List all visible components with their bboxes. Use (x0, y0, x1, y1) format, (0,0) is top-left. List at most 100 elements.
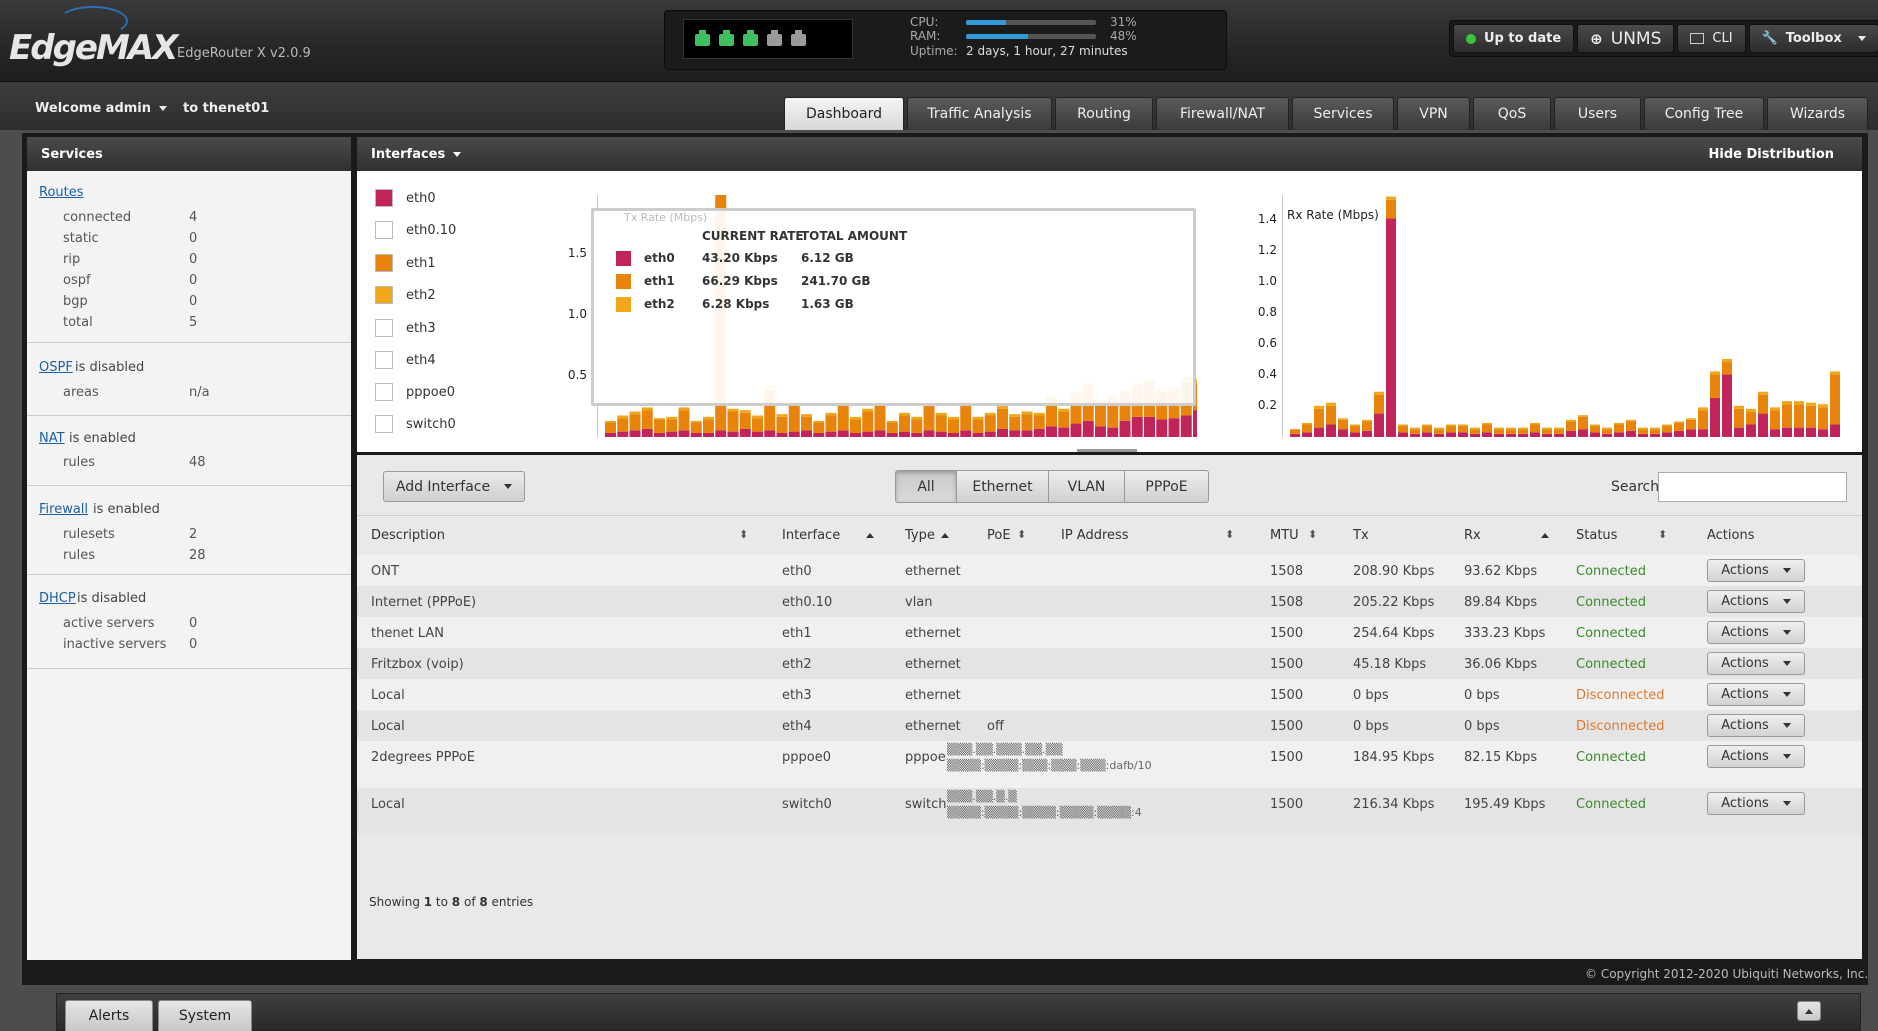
bar-eth0[interactable] (1530, 432, 1540, 437)
bar-eth2[interactable] (739, 410, 751, 413)
bar-eth1[interactable] (666, 419, 678, 432)
filter-pppoe[interactable]: PPPoE (1124, 470, 1209, 503)
bar-eth1[interactable] (1674, 422, 1684, 431)
bar-eth2[interactable] (1830, 371, 1840, 375)
bar-eth2[interactable] (1009, 414, 1021, 417)
bar-eth2[interactable] (617, 415, 629, 419)
tab-routing[interactable]: Routing (1055, 97, 1153, 130)
bar-eth1[interactable] (788, 404, 800, 432)
bar-eth2[interactable] (1530, 422, 1540, 425)
bar-eth2[interactable] (666, 416, 678, 420)
bar-eth0[interactable] (1033, 428, 1045, 437)
bar-eth1[interactable] (1458, 426, 1468, 433)
bar-eth1[interactable] (1578, 416, 1588, 430)
bar-eth2[interactable] (984, 412, 996, 416)
bar-eth2[interactable] (1518, 427, 1528, 430)
bar-eth0[interactable] (1350, 432, 1360, 437)
row-actions-button[interactable]: Actions (1707, 683, 1805, 706)
bar-eth2[interactable] (727, 408, 739, 412)
bar-eth1[interactable] (1782, 404, 1792, 428)
bar-eth2[interactable] (862, 408, 874, 412)
bar-eth0[interactable] (1119, 420, 1131, 437)
bar-eth0[interactable] (1566, 430, 1576, 437)
bar-eth0[interactable] (1578, 429, 1588, 437)
bar-eth0[interactable] (703, 432, 714, 437)
bar-eth0[interactable] (984, 431, 996, 437)
bar-eth1[interactable] (1338, 419, 1348, 430)
bar-eth0[interactable] (1674, 430, 1684, 437)
bar-eth0[interactable] (911, 432, 923, 437)
bar-eth0[interactable] (605, 432, 616, 437)
bar-eth1[interactable] (1542, 429, 1552, 434)
bar-eth2[interactable] (1758, 391, 1768, 395)
resize-handle[interactable] (1077, 449, 1137, 452)
bar-eth1[interactable] (1518, 429, 1528, 434)
bar-eth0[interactable] (1494, 433, 1504, 437)
bar-eth2[interactable] (825, 412, 837, 416)
legend-item-eth1[interactable]: eth1 (375, 254, 436, 272)
bar-eth0[interactable] (1398, 432, 1408, 437)
bar-eth1[interactable] (862, 411, 874, 432)
bar-eth1[interactable] (1554, 429, 1564, 434)
bar-eth0[interactable] (1758, 413, 1768, 437)
bar-eth0[interactable] (1107, 427, 1119, 437)
system-tab[interactable]: System (158, 1000, 252, 1031)
bar-eth2[interactable] (813, 420, 825, 423)
bar-eth0[interactable] (715, 430, 727, 437)
sort-icon[interactable]: ⬍ (1308, 528, 1317, 541)
bar-eth2[interactable] (1662, 424, 1672, 427)
bar-eth0[interactable] (1458, 432, 1468, 437)
bar-eth0[interactable] (1506, 433, 1516, 437)
bar-eth1[interactable] (678, 410, 690, 431)
bar-eth1[interactable] (1734, 408, 1744, 428)
bar-eth0[interactable] (764, 430, 776, 437)
bar-eth1[interactable] (911, 419, 923, 433)
bar-eth0[interactable] (1830, 424, 1840, 437)
filter-all[interactable]: All (895, 470, 957, 503)
bar-eth0[interactable] (1326, 424, 1336, 437)
bar-eth0[interactable] (850, 432, 861, 437)
bar-eth2[interactable] (948, 416, 959, 420)
bar-eth2[interactable] (1482, 422, 1492, 425)
bar-eth0[interactable] (825, 431, 837, 437)
header-type[interactable]: Type (905, 528, 949, 543)
bar-eth2[interactable] (1746, 408, 1756, 413)
bar-eth2[interactable] (1422, 424, 1432, 427)
bar-eth0[interactable] (1434, 433, 1444, 437)
tab-dashboard[interactable]: Dashboard (784, 97, 904, 130)
row-actions-button[interactable]: Actions (1707, 652, 1805, 675)
bar-eth1[interactable] (1058, 411, 1070, 428)
bar-eth1[interactable] (617, 418, 629, 432)
bar-eth2[interactable] (1494, 427, 1504, 430)
bar-eth1[interactable] (850, 419, 861, 433)
toolbox-button[interactable]: 🔧 Toolbox (1748, 24, 1878, 53)
bar-eth2[interactable] (1794, 401, 1804, 405)
bar-eth0[interactable] (862, 431, 874, 437)
bar-eth0[interactable] (666, 431, 678, 437)
bar-eth1[interactable] (1506, 429, 1516, 434)
bar-eth0[interactable] (1180, 415, 1192, 437)
bar-eth1[interactable] (739, 412, 751, 429)
bar-eth0[interactable] (1818, 429, 1828, 437)
bar-eth1[interactable] (776, 416, 788, 433)
bar-eth0[interactable] (1662, 432, 1672, 437)
bar-eth1[interactable] (1806, 405, 1816, 428)
bar-eth0[interactable] (1338, 429, 1348, 437)
routes-link[interactable]: Routes (39, 185, 84, 200)
bar-eth2[interactable] (886, 420, 898, 423)
bar-eth0[interactable] (1362, 430, 1372, 437)
bar-eth1[interactable] (960, 403, 972, 431)
bar-eth1[interactable] (1326, 405, 1336, 425)
bar-eth2[interactable] (1410, 427, 1420, 430)
bar-eth2[interactable] (1058, 408, 1070, 412)
unms-button[interactable]: ⊕ UNMS (1577, 24, 1675, 53)
bar-eth2[interactable] (911, 416, 923, 420)
bar-eth2[interactable] (1554, 427, 1564, 430)
bar-eth2[interactable] (935, 412, 947, 416)
bar-eth2[interactable] (1374, 391, 1384, 395)
legend-item-eth0[interactable]: eth0 (375, 189, 436, 207)
bar-eth2[interactable] (972, 416, 984, 420)
row-actions-button[interactable]: Actions (1707, 559, 1805, 582)
bar-eth0[interactable] (1698, 429, 1708, 437)
sort-icon[interactable]: ⬍ (1017, 528, 1026, 541)
